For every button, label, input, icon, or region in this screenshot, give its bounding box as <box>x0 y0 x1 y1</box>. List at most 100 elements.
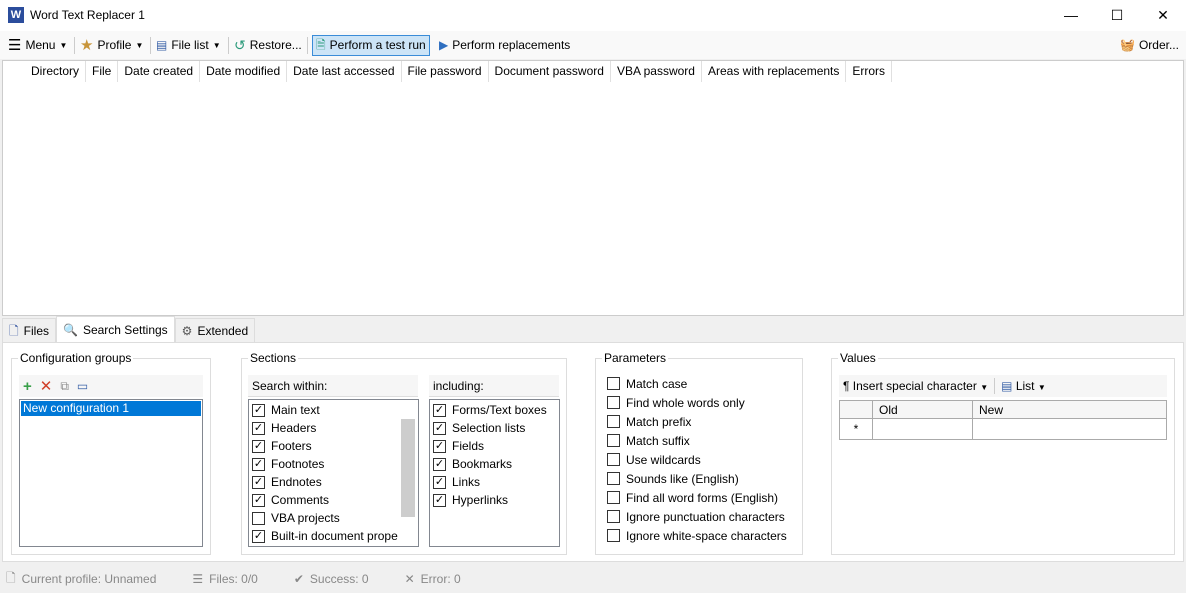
separator <box>994 378 996 394</box>
rename-icon[interactable]: ▭ <box>77 379 88 393</box>
checkbox[interactable] <box>607 510 620 523</box>
checkbox[interactable]: ✓ <box>433 457 446 471</box>
file-list-label: File list <box>171 38 209 52</box>
checkbox-item[interactable]: Use wildcards <box>607 450 787 469</box>
checkbox[interactable]: ✓ <box>252 529 265 543</box>
checkbox[interactable]: ✓ <box>433 475 446 489</box>
column-header[interactable]: Directory <box>25 61 87 82</box>
checkbox[interactable] <box>607 377 620 390</box>
checkbox-item[interactable]: ✓ Footers <box>252 437 418 455</box>
checkbox[interactable] <box>607 472 620 485</box>
minimize-button[interactable]: — <box>1048 0 1094 31</box>
perform-replacements-button[interactable]: ▶ Perform replacements <box>436 35 573 56</box>
checkbox-label: Ignore punctuation characters <box>626 509 785 524</box>
checkbox-item[interactable]: Find all word forms (English) <box>607 488 787 507</box>
document-icon: 🗋 <box>9 323 19 338</box>
document-check-icon: 🗎 <box>316 38 326 52</box>
checkbox[interactable]: ✓ <box>252 457 265 471</box>
maximize-button[interactable]: ☐ <box>1094 0 1140 31</box>
checkbox[interactable]: ✓ <box>252 475 265 489</box>
checkbox-item[interactable]: ✓ Footnotes <box>252 455 418 473</box>
close-button[interactable]: ✕ <box>1140 0 1186 31</box>
status-bar: 🗋 Current profile: Unnamed ☰ Files: 0/0 ✔ S… <box>0 565 1186 593</box>
checkbox[interactable]: ✓ <box>433 421 446 435</box>
checkbox-item[interactable]: Ignore punctuation characters <box>607 507 787 526</box>
file-list-button[interactable]: ▤ File list ▼ <box>153 35 224 56</box>
including-list[interactable]: ✓ Forms/Text boxes ✓ Selection lists ✓ Fields… <box>429 399 560 547</box>
profile-button[interactable]: ★ Profile ▼ <box>77 35 146 56</box>
tab-files[interactable]: 🗋 Files <box>2 318 56 342</box>
column-header[interactable]: Document password <box>489 61 611 82</box>
checkbox-item[interactable]: VBA projects <box>252 509 418 527</box>
hamburger-icon: ☰ <box>8 37 22 54</box>
column-header[interactable]: File <box>86 61 119 82</box>
chevron-down-icon: ▼ <box>135 41 144 50</box>
copy-icon[interactable]: ⧉ <box>60 379 69 394</box>
checkbox[interactable] <box>607 529 620 542</box>
checkbox[interactable] <box>607 453 620 466</box>
delete-icon[interactable]: ✕ <box>40 377 53 395</box>
checkbox-item[interactable]: ✓ Links <box>433 473 559 491</box>
checkbox-item[interactable]: ✓ Fields <box>433 437 559 455</box>
old-cell[interactable] <box>873 419 973 439</box>
checkbox-item[interactable]: ✓ Bookmarks <box>433 455 559 473</box>
checkbox-item[interactable]: ✓ Headers <box>252 419 418 437</box>
checkbox-item[interactable]: Match case <box>607 374 787 393</box>
checkbox-item[interactable]: Match prefix <box>607 412 787 431</box>
column-header[interactable]: Date created <box>118 61 201 82</box>
column-old: Old <box>873 401 973 418</box>
tab-search-settings[interactable]: 🔍 Search Settings <box>56 316 175 342</box>
checkbox-item[interactable]: Match suffix <box>607 431 787 450</box>
checkbox-item[interactable]: ✓ Comments <box>252 491 418 509</box>
values-table[interactable]: Old New * <box>839 400 1167 440</box>
checkbox-item[interactable]: ✓ Built-in document prope <box>252 527 418 545</box>
column-header[interactable]: VBA password <box>611 61 702 82</box>
checkbox[interactable]: ✓ <box>252 421 265 435</box>
column-header[interactable]: File password <box>402 61 489 82</box>
insert-special-character-button[interactable]: ¶ Insert special character ▼ <box>843 379 988 393</box>
checkbox[interactable]: ✓ <box>252 403 265 417</box>
group-title: Sections <box>250 351 297 365</box>
menu-button[interactable]: ☰ Menu ▼ <box>5 35 70 56</box>
checkbox-item[interactable]: ✓ Main text <box>252 401 418 419</box>
checkbox-item[interactable]: Ignore white-space characters <box>607 526 787 545</box>
checkbox[interactable] <box>607 415 620 428</box>
checkbox[interactable]: ✓ <box>433 439 446 453</box>
tab-strip: 🗋 Files 🔍 Search Settings ⚙ Extended <box>2 316 256 342</box>
restore-button[interactable]: ↺ Restore... <box>231 35 305 56</box>
checkbox[interactable] <box>607 434 620 447</box>
order-button[interactable]: 🧺 Order... <box>1117 35 1182 56</box>
parameters-list: Match case Find whole words only Match pre… <box>607 374 787 545</box>
checkbox-item[interactable]: Sounds like (English) <box>607 469 787 488</box>
checkbox[interactable]: ✓ <box>433 493 446 507</box>
list-button[interactable]: ▤ List ▼ <box>1001 379 1046 393</box>
checkbox[interactable] <box>607 491 620 504</box>
add-icon[interactable]: + <box>23 378 32 395</box>
new-cell[interactable] <box>973 419 1166 439</box>
test-run-button[interactable]: 🗎 Perform a test run <box>312 35 430 56</box>
column-header[interactable]: Areas with replacements <box>702 61 847 82</box>
search-within-list[interactable]: ✓ Main text ✓ Headers ✓ Footers ✓ Footnotes ✓ End… <box>248 399 419 547</box>
checkbox[interactable]: ✓ <box>252 439 265 453</box>
checkbox[interactable] <box>607 396 620 409</box>
checkbox-item[interactable]: ✓ Selection lists <box>433 419 559 437</box>
list-icon: ☰ <box>192 572 204 586</box>
checkbox-item[interactable]: Find whole words only <box>607 393 787 412</box>
checkbox[interactable]: ✓ <box>433 403 446 417</box>
list-label: List <box>1015 379 1035 393</box>
toolbar: ☰ Menu ▼ ★ Profile ▼ ▤ File list ▼ ↺ Restore...… <box>0 31 1186 59</box>
column-header[interactable]: Date last accessed <box>287 61 402 82</box>
checkbox[interactable] <box>252 511 265 525</box>
config-item[interactable]: New configuration 1 <box>21 401 201 416</box>
config-list[interactable]: New configuration 1 <box>19 399 203 547</box>
status-error: Error: 0 <box>420 572 461 586</box>
scrollbar[interactable] <box>401 419 415 517</box>
checkbox[interactable]: ✓ <box>252 493 265 507</box>
tab-extended[interactable]: ⚙ Extended <box>174 318 256 342</box>
column-header[interactable]: Date modified <box>200 61 288 82</box>
checkbox-item[interactable]: ✓ Endnotes <box>252 473 418 491</box>
file-grid[interactable]: Directory File Date created Date modified Da… <box>2 60 1184 316</box>
column-header[interactable]: Errors <box>846 61 893 82</box>
checkbox-item[interactable]: ✓ Forms/Text boxes <box>433 401 559 419</box>
checkbox-item[interactable]: ✓ Hyperlinks <box>433 491 559 509</box>
